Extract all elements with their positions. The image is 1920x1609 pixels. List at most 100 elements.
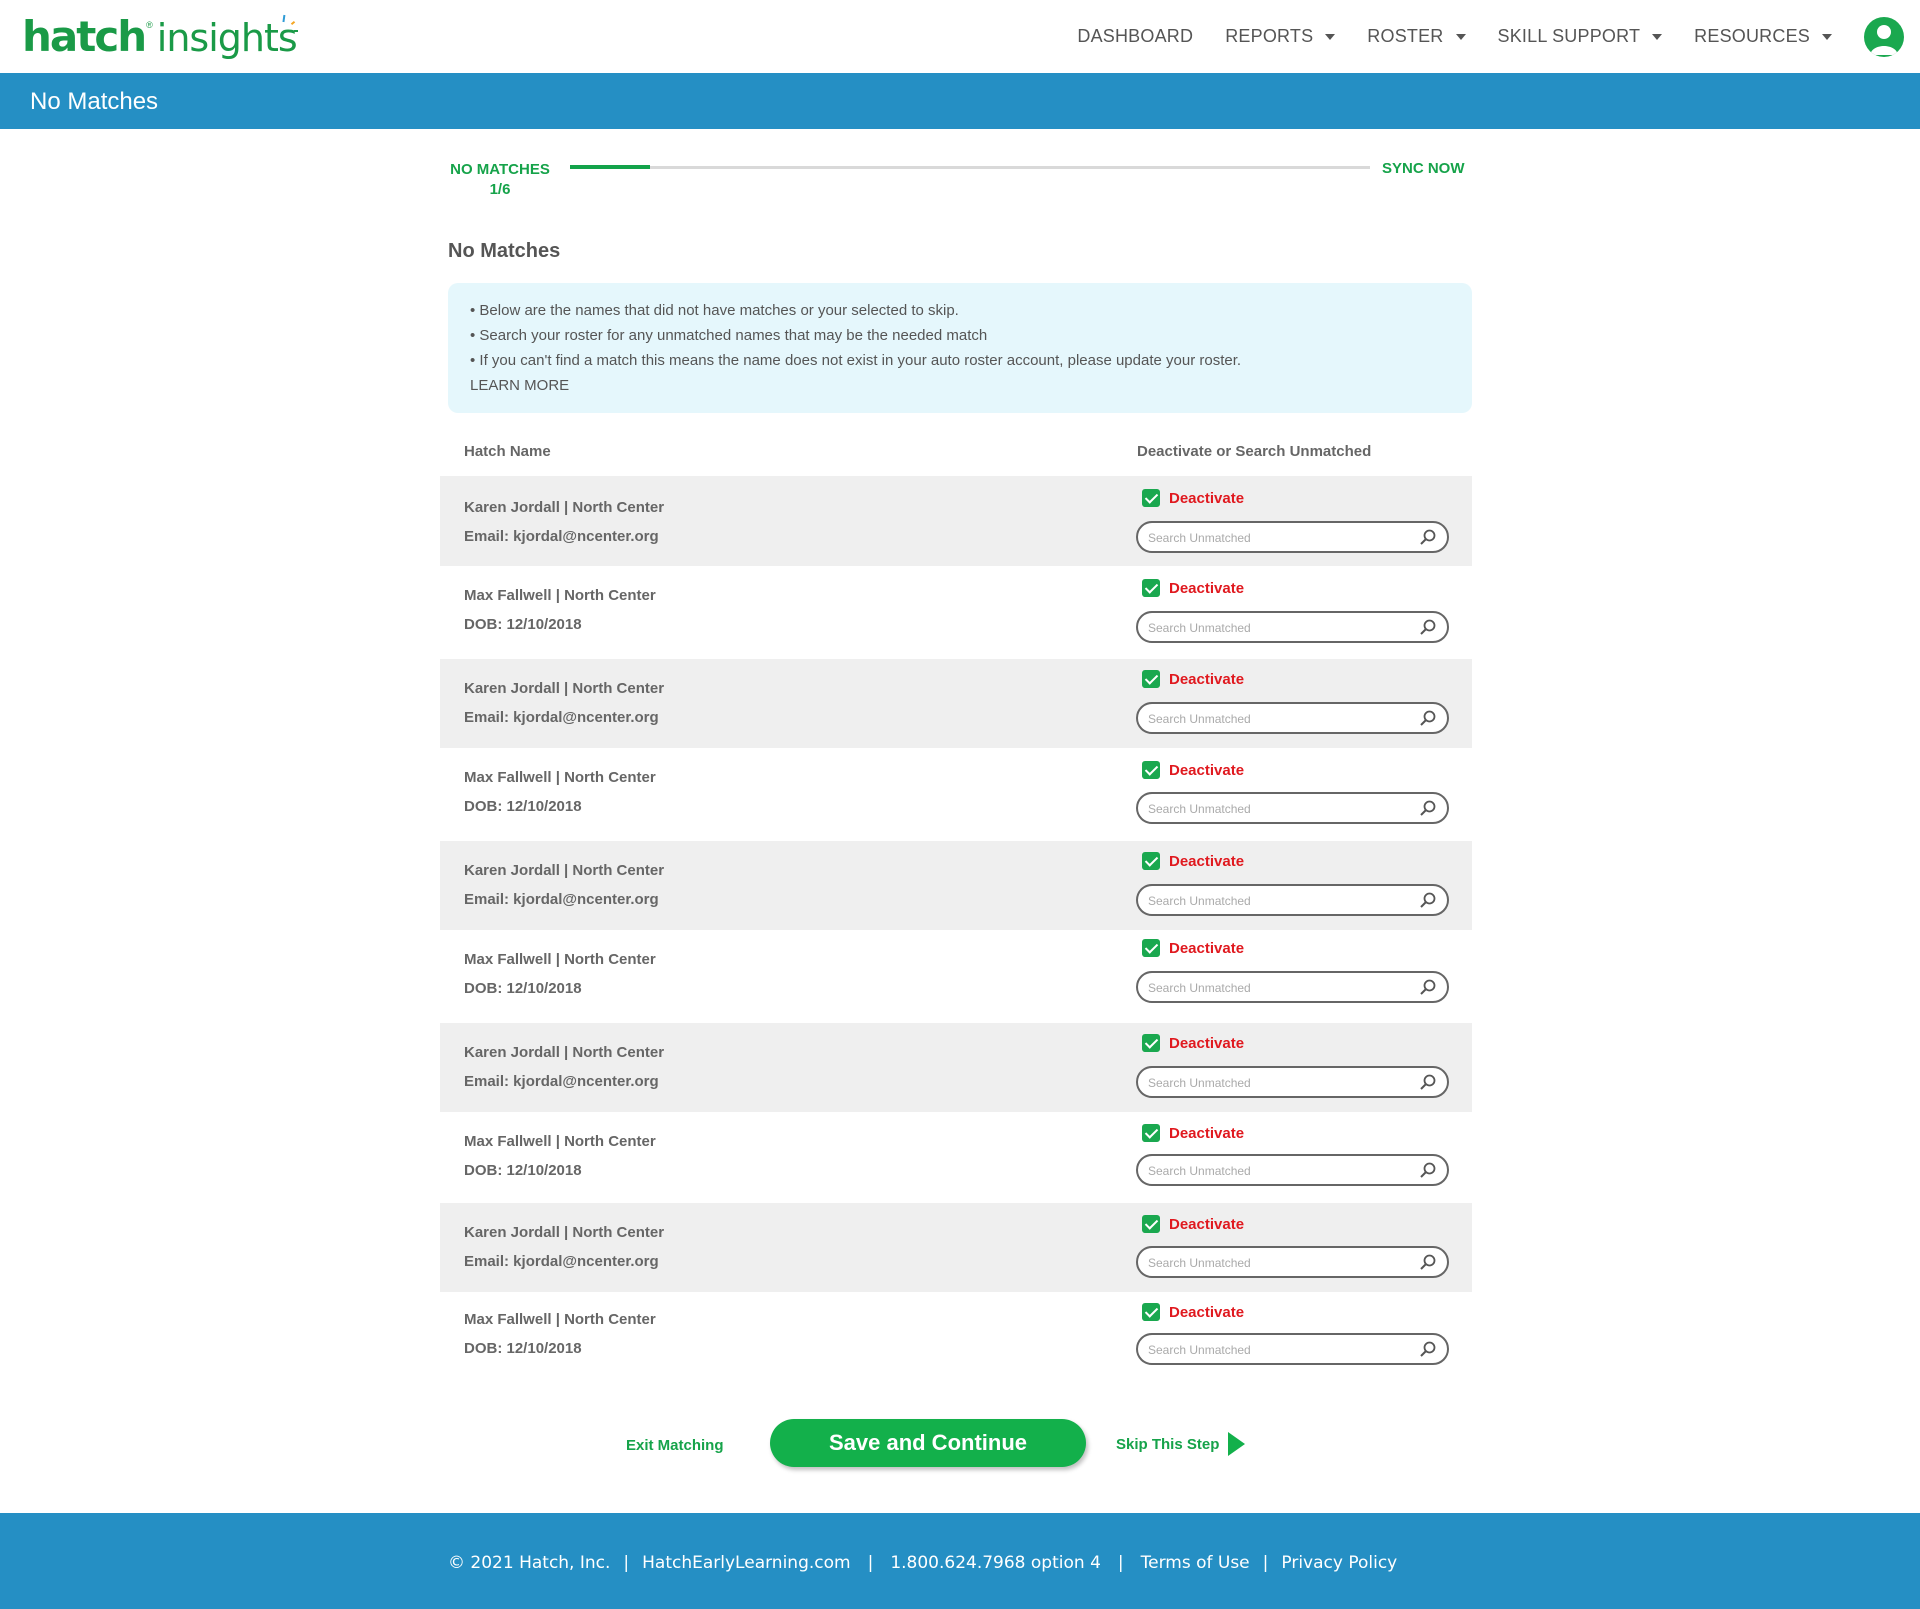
footer-separator: | — [867, 1553, 874, 1573]
row-detail: Email: kjordal@ncenter.org — [464, 528, 659, 545]
progress-step-name: NO MATCHES — [450, 161, 550, 178]
checkbox-checked-icon[interactable] — [1142, 939, 1160, 957]
deactivate-checkbox[interactable]: Deactivate — [1142, 1303, 1244, 1321]
checkbox-checked-icon[interactable] — [1142, 670, 1160, 688]
list-item: Karen Jordall | North Center Email: kjor… — [440, 659, 1472, 748]
list-item: Karen Jordall | North Center Email: kjor… — [440, 476, 1472, 566]
search-icon[interactable] — [1419, 799, 1437, 817]
row-detail: Email: kjordal@ncenter.org — [464, 1253, 659, 1270]
checkbox-checked-icon[interactable] — [1142, 489, 1160, 507]
deactivate-checkbox[interactable]: Deactivate — [1142, 1124, 1244, 1142]
row-detail: Email: kjordal@ncenter.org — [464, 1073, 659, 1090]
skip-label: Skip This Step — [1116, 1435, 1220, 1453]
footer-separator: | — [623, 1553, 630, 1573]
row-name: Max Fallwell | North Center — [464, 1311, 656, 1328]
progress-fill — [570, 165, 650, 169]
search-unmatched-field[interactable] — [1136, 521, 1449, 553]
deactivate-checkbox[interactable]: Deactivate — [1142, 852, 1244, 870]
save-and-continue-button[interactable]: Save and Continue — [770, 1419, 1086, 1467]
search-icon[interactable] — [1419, 978, 1437, 996]
nav-resources[interactable]: RESOURCES — [1694, 26, 1832, 47]
checkbox-checked-icon[interactable] — [1142, 1034, 1160, 1052]
row-detail: Email: kjordal@ncenter.org — [464, 709, 659, 726]
list-item: Max Fallwell | North Center DOB: 12/10/2… — [440, 748, 1472, 841]
search-unmatched-field[interactable] — [1136, 1246, 1449, 1278]
row-name: Max Fallwell | North Center — [464, 769, 656, 786]
exit-matching-link[interactable]: Exit Matching — [626, 1437, 724, 1454]
search-icon[interactable] — [1419, 1253, 1437, 1271]
deactivate-label: Deactivate — [1169, 489, 1245, 507]
search-icon[interactable] — [1419, 891, 1437, 909]
privacy-policy-link[interactable]: Privacy Policy — [1281, 1553, 1397, 1573]
section-title: No Matches — [448, 240, 561, 262]
caret-down-icon — [1325, 33, 1336, 40]
checkbox-checked-icon[interactable] — [1142, 852, 1160, 870]
caret-down-icon — [1822, 33, 1832, 40]
deactivate-label: Deactivate — [1169, 761, 1245, 779]
nav-roster-label: ROSTER — [1367, 26, 1444, 46]
phone-link[interactable]: 1.800.624.7968 option 4 — [890, 1553, 1101, 1573]
info-line: • If you can't find a match this means t… — [470, 352, 1242, 369]
user-silhouette-icon — [1870, 24, 1898, 55]
checkbox-checked-icon[interactable] — [1142, 1124, 1160, 1142]
row-detail: Email: kjordal@ncenter.org — [464, 891, 659, 908]
hatch-insights-logo[interactable]: hatch ® insights — [22, 12, 298, 62]
row-name: Karen Jordall | North Center — [464, 680, 665, 697]
website-link[interactable]: HatchEarlyLearning.com — [642, 1553, 850, 1573]
skip-this-step-link[interactable]: Skip This Step — [1116, 1432, 1246, 1456]
footer: © 2021 Hatch, Inc. | HatchEarlyLearning.… — [0, 1513, 1920, 1609]
search-unmatched-field[interactable] — [1136, 971, 1449, 1003]
search-unmatched-field[interactable] — [1136, 1066, 1449, 1098]
search-input[interactable] — [1148, 978, 1398, 998]
deactivate-label: Deactivate — [1169, 670, 1245, 688]
checkbox-checked-icon[interactable] — [1142, 1215, 1160, 1233]
row-name: Karen Jordall | North Center — [464, 1044, 665, 1061]
search-icon[interactable] — [1419, 1161, 1437, 1179]
search-unmatched-field[interactable] — [1136, 611, 1449, 643]
search-input[interactable] — [1148, 1253, 1398, 1273]
deactivate-checkbox[interactable]: Deactivate — [1142, 1215, 1244, 1233]
deactivate-checkbox[interactable]: Deactivate — [1142, 761, 1244, 779]
search-unmatched-field[interactable] — [1136, 792, 1449, 824]
search-input[interactable] — [1148, 799, 1398, 819]
search-input[interactable] — [1148, 528, 1398, 548]
search-unmatched-field[interactable] — [1136, 1333, 1449, 1365]
search-input[interactable] — [1148, 618, 1398, 638]
deactivate-checkbox[interactable]: Deactivate — [1142, 489, 1244, 507]
checkbox-checked-icon[interactable] — [1142, 1303, 1160, 1321]
search-input[interactable] — [1148, 1340, 1398, 1360]
search-input[interactable] — [1148, 1073, 1398, 1093]
checkbox-checked-icon[interactable] — [1142, 761, 1160, 779]
deactivate-checkbox[interactable]: Deactivate — [1142, 670, 1244, 688]
row-detail: DOB: 12/10/2018 — [464, 798, 582, 815]
deactivate-checkbox[interactable]: Deactivate — [1142, 1034, 1244, 1052]
search-input[interactable] — [1148, 891, 1398, 911]
search-icon[interactable] — [1419, 528, 1437, 546]
nav-reports[interactable]: REPORTS — [1225, 26, 1336, 47]
nav-dashboard[interactable]: DASHBOARD — [1077, 26, 1193, 47]
progress-track — [570, 165, 1370, 169]
row-detail: DOB: 12/10/2018 — [464, 616, 582, 633]
learn-more-link[interactable]: LEARN MORE — [470, 373, 1450, 398]
play-arrow-icon — [1228, 1432, 1246, 1456]
search-unmatched-field[interactable] — [1136, 702, 1449, 734]
search-input[interactable] — [1148, 1161, 1398, 1181]
user-avatar-icon[interactable] — [1864, 16, 1904, 57]
logo-trademark: ® — [146, 20, 153, 30]
search-icon[interactable] — [1419, 618, 1437, 636]
search-unmatched-field[interactable] — [1136, 1154, 1449, 1186]
nav-roster[interactable]: ROSTER — [1367, 26, 1466, 47]
terms-of-use-link[interactable]: Terms of Use — [1141, 1553, 1250, 1573]
deactivate-label: Deactivate — [1169, 1303, 1245, 1321]
footer-links: © 2021 Hatch, Inc. | HatchEarlyLearning.… — [448, 1553, 1397, 1573]
nav-skill-support[interactable]: SKILL SUPPORT — [1498, 26, 1663, 47]
search-unmatched-field[interactable] — [1136, 884, 1449, 916]
checkbox-checked-icon[interactable] — [1142, 579, 1160, 597]
search-input[interactable] — [1148, 709, 1398, 729]
nav-dashboard-label: DASHBOARD — [1077, 26, 1194, 46]
deactivate-checkbox[interactable]: Deactivate — [1142, 579, 1244, 597]
search-icon[interactable] — [1419, 1073, 1437, 1091]
search-icon[interactable] — [1419, 709, 1437, 727]
deactivate-checkbox[interactable]: Deactivate — [1142, 939, 1244, 957]
search-icon[interactable] — [1419, 1340, 1437, 1358]
